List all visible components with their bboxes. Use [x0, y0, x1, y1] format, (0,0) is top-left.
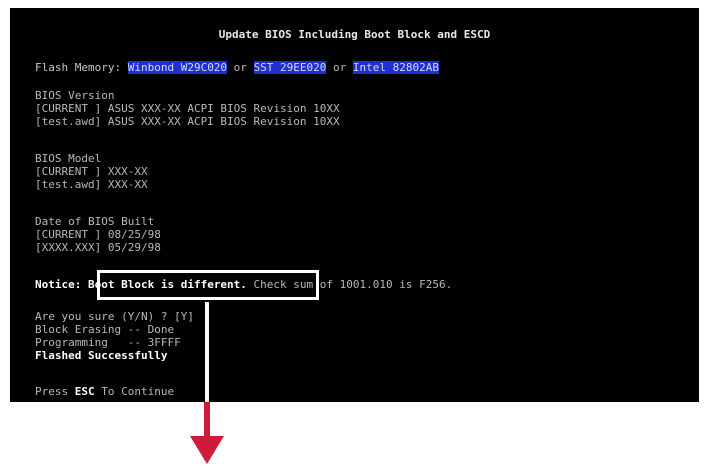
bios-screen: Update BIOS Including Boot Block and ESC…: [10, 8, 699, 402]
flash-memory-line: Flash Memory: Winbond W29C020 or SST 29E…: [35, 61, 440, 74]
flash-or-text: or: [227, 61, 254, 74]
bios-version-file: [test.awd] ASUS XXX-XX ACPI BIOS Revisio…: [35, 115, 340, 128]
down-arrow-icon: [190, 436, 224, 464]
bios-date-file: [XXXX.XXX] 05/29/98: [35, 241, 161, 254]
callout-highlight-box: [97, 270, 319, 300]
bios-version-header: BIOS Version: [35, 89, 115, 102]
bios-date-current: [CURRENT ] 08/25/98: [35, 228, 161, 241]
press-continue-line: Press ESC To Continue: [35, 385, 174, 398]
press-prefix: Press: [35, 385, 75, 398]
press-suffix: To Continue: [94, 385, 175, 398]
programming-status: Programming -- 3FFFF: [35, 336, 181, 349]
flash-memory-label: Flash Memory:: [35, 61, 128, 74]
notice-label: Notice:: [35, 278, 88, 291]
block-erasing-status: Block Erasing -- Done: [35, 323, 175, 336]
flash-success-message: Flashed Successfully: [35, 349, 168, 362]
flash-chip-sst: SST 29EE020: [253, 61, 327, 74]
esc-key-label: ESC: [74, 385, 95, 398]
bios-model-header: BIOS Model: [35, 152, 102, 165]
bios-model-current: [CURRENT ] XXX-XX: [35, 165, 148, 178]
callout-connector-line: [205, 302, 209, 402]
flash-chip-intel: Intel 82802AB: [352, 61, 440, 74]
flash-or-text: or: [326, 61, 353, 74]
callout-arrow-shaft: [204, 402, 210, 440]
bios-model-file: [test.awd] XXX-XX: [35, 178, 148, 191]
flash-chip-winbond: Winbond W29C020: [127, 61, 228, 74]
bios-version-current: [CURRENT ] ASUS XXX-XX ACPI BIOS Revisio…: [35, 102, 340, 115]
screen-title: Update BIOS Including Boot Block and ESC…: [218, 28, 491, 41]
bios-date-header: Date of BIOS Built: [35, 215, 155, 228]
confirm-prompt: Are you sure (Y/N) ? [Y]: [35, 310, 194, 323]
